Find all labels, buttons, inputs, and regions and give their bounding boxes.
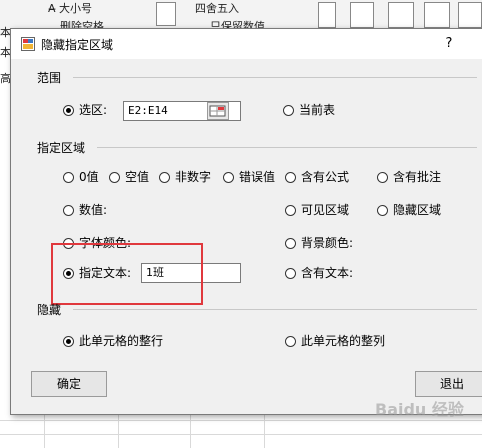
error-radio[interactable]: 错误值 [223, 168, 275, 186]
delete-table-icon[interactable] [388, 2, 414, 28]
visible-label: 可见区域 [301, 203, 350, 217]
font-size-tool[interactable]: A̶ 大小号 [48, 0, 92, 16]
hide-group-label: 隐藏 [37, 303, 62, 317]
hidden-label: 隐藏区域 [393, 203, 442, 217]
font-color-radio[interactable]: 字体颜色: [63, 234, 131, 252]
visible-radio[interactable]: 可见区域 [285, 201, 349, 219]
copy-icon[interactable] [318, 2, 336, 28]
radio-icon [377, 205, 388, 216]
number-radio[interactable]: 数值: [63, 201, 107, 219]
watermark: Baidu 经验 [375, 400, 464, 419]
radio-icon [285, 172, 296, 183]
contains-text-label: 含有文本: [301, 266, 354, 280]
radio-icon [109, 172, 120, 183]
specified-text-input[interactable]: 1班 [141, 263, 241, 283]
help-button[interactable]: ? [439, 34, 459, 54]
radio-icon [63, 205, 74, 216]
radio-icon [377, 172, 388, 183]
paste-icon[interactable] [350, 2, 374, 28]
whole-col-radio[interactable]: 此单元格的整列 [285, 332, 385, 350]
zero-radio[interactable]: 0值 [63, 168, 99, 186]
divider [73, 77, 477, 78]
radio-checked-icon [63, 268, 74, 279]
font-color-label: 字体颜色: [79, 236, 132, 250]
zero-label: 0值 [79, 170, 99, 184]
dialog-titlebar[interactable]: 隐藏指定区域 ? [11, 29, 482, 59]
scope-group-label: 范围 [37, 71, 62, 85]
radio-icon [285, 268, 296, 279]
formula-label: 含有公式 [301, 170, 350, 184]
grid-line [0, 420, 482, 421]
non-number-radio[interactable]: 非数字 [159, 168, 211, 186]
hidden-radio[interactable]: 隐藏区域 [377, 201, 441, 219]
radio-icon [285, 238, 296, 249]
specified-text-radio[interactable]: 指定文本: [63, 264, 131, 282]
ok-button[interactable]: 确定 [31, 371, 107, 397]
radio-icon [285, 336, 296, 347]
current-sheet-label: 当前表 [299, 103, 336, 117]
round-tool[interactable]: 四舍五入 [195, 0, 239, 16]
range-picker-button[interactable] [207, 102, 229, 120]
round-icon[interactable] [156, 2, 176, 26]
blank-label: 空值 [125, 170, 150, 184]
radio-icon [63, 172, 74, 183]
comment-label: 含有批注 [393, 170, 442, 184]
error-label: 错误值 [239, 170, 276, 184]
radio-icon [285, 205, 296, 216]
hide-range-dialog: 隐藏指定区域 ? 范围 选区: E2:E14 当前表 指定区域 0值 空值 非数… [10, 28, 482, 415]
app-icon [21, 37, 35, 51]
exit-button[interactable]: 退出 [415, 371, 482, 397]
area-group-label: 指定区域 [37, 141, 86, 155]
dialog-title: 隐藏指定区域 [41, 38, 114, 52]
selection-radio[interactable]: 选区: [63, 101, 107, 119]
radio-checked-icon [63, 105, 74, 116]
formula-radio[interactable]: 含有公式 [285, 168, 349, 186]
range-select-icon [209, 105, 226, 117]
radio-icon [223, 172, 234, 183]
bg-color-radio[interactable]: 背景颜色: [285, 234, 353, 252]
contains-text-radio[interactable]: 含有文本: [285, 264, 353, 282]
bg-color-label: 背景颜色: [301, 236, 354, 250]
grid-line [0, 434, 482, 435]
radio-checked-icon [63, 336, 74, 347]
whole-row-label: 此单元格的整行 [79, 334, 164, 348]
insert-icon[interactable] [424, 2, 450, 28]
number-label: 数值: [79, 203, 108, 217]
specified-text-label: 指定文本: [79, 266, 132, 280]
radio-icon [159, 172, 170, 183]
whole-col-label: 此单元格的整列 [301, 334, 386, 348]
divider [73, 309, 477, 310]
blank-radio[interactable]: 空值 [109, 168, 149, 186]
non-number-label: 非数字 [175, 170, 212, 184]
radio-icon [63, 238, 74, 249]
whole-row-radio[interactable]: 此单元格的整行 [63, 332, 163, 350]
divider [97, 147, 477, 148]
sheet-icon[interactable] [458, 2, 482, 28]
comment-radio[interactable]: 含有批注 [377, 168, 441, 186]
current-sheet-radio[interactable]: 当前表 [283, 101, 335, 119]
selection-label: 选区: [79, 103, 108, 117]
radio-icon [283, 105, 294, 116]
